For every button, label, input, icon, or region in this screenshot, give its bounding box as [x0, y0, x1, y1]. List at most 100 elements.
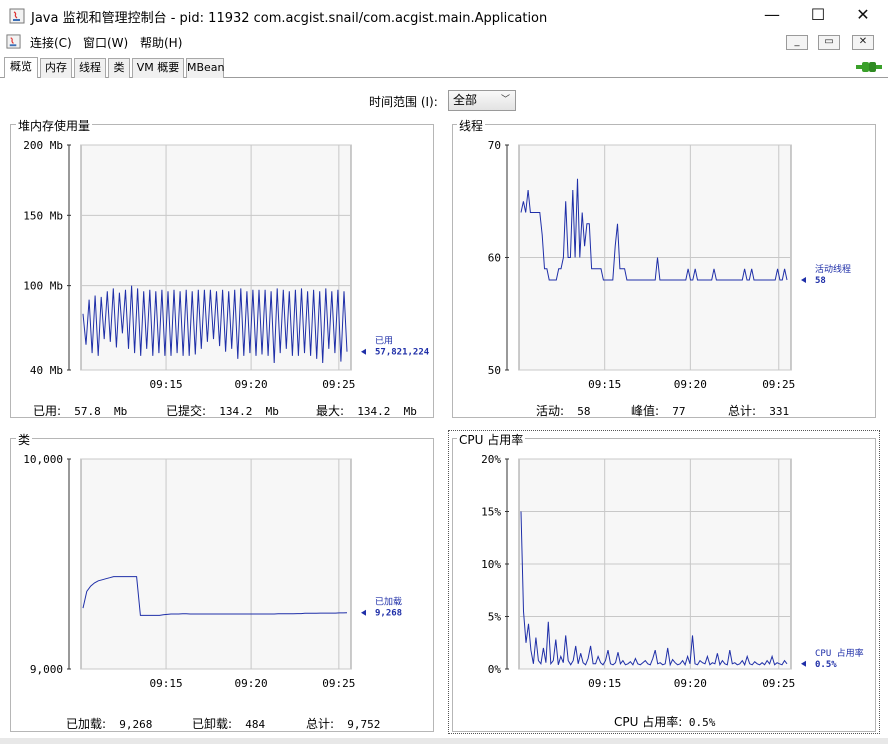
series-last-value: 0.5% — [815, 660, 837, 670]
tab-threads[interactable]: 线程 — [74, 58, 106, 78]
classes-unloaded: 已卸载: 484 — [192, 715, 265, 732]
series-last-value: 9,268 — [375, 609, 402, 619]
cpu-usage-label: CPU 占用率: — [614, 715, 683, 729]
tab-overview[interactable]: 概览 — [4, 57, 38, 78]
y-tick-label: 0% — [488, 663, 502, 676]
title-bar: Java 监视和管理控制台 - pid: 11932 com.acgist.sn… — [0, 0, 888, 32]
x-tick-label: 09:15 — [149, 677, 182, 690]
classes-total-value: 9,752 — [347, 718, 381, 731]
threads-chart: 09:15 09:20 09:25 70 60 50 活动线程58 — [488, 139, 851, 391]
series-name: CPU 占用率 — [815, 647, 864, 659]
heap-max-value: 134.2 Mb — [357, 405, 417, 418]
threads-peak-value: 77 — [672, 405, 686, 418]
window-title: Java 监视和管理控制台 - pid: 11932 com.acgist.sn… — [31, 11, 548, 26]
heap-chart: 09:15 09:20 09:25 200 Mb 150 Mb 100 Mb 40 Mb 已用… — [23, 139, 430, 391]
heap-footer: 已用: 57.8 Mb — [33, 402, 127, 419]
x-tick-label: 09:20 — [674, 677, 707, 690]
heap-committed: 已提交: 134.2 Mb — [166, 402, 279, 419]
threads-peak-label: 峰值: — [631, 404, 660, 418]
tab-memory[interactable]: 内存 — [40, 58, 72, 78]
inner-close-button[interactable]: ✕ — [852, 35, 874, 50]
y-tick-label: 5% — [488, 611, 502, 624]
classes-total: 总计: 9,752 — [306, 715, 380, 732]
heap-committed-value: 134.2 Mb — [219, 405, 279, 418]
minimize-button[interactable]: — — [749, 0, 795, 30]
x-tick-label: 09:20 — [674, 378, 707, 391]
heap-max-label: 最大: — [316, 404, 345, 418]
cpu-usage-value: 0.5% — [688, 716, 716, 729]
x-tick-label: 09:20 — [235, 378, 268, 391]
threads-active-value: 58 — [577, 405, 591, 418]
y-tick-label: 60 — [488, 252, 501, 265]
series-marker — [801, 660, 806, 667]
classes-loaded-value: 9,268 — [119, 718, 153, 731]
y-tick-label: 15% — [481, 506, 501, 519]
heap-used-label: 已用: — [33, 404, 62, 418]
menu-window[interactable]: 窗口(W) — [83, 34, 128, 51]
cpu-chart: 09:15 09:20 09:25 20% 15% 10% 5% 0% CPU 占用率0.5% — [481, 453, 864, 690]
close-button[interactable]: ✕ — [840, 0, 886, 30]
y-tick-label: 100 Mb — [23, 280, 63, 293]
time-range-value: 全部 — [453, 93, 478, 107]
threads-total: 总计: 331 — [728, 402, 789, 419]
plot-area — [80, 144, 352, 371]
inner-minimize-button[interactable]: _ — [786, 35, 808, 50]
x-tick-label: 09:25 — [762, 677, 795, 690]
y-tick-label: 10,000 — [23, 453, 63, 466]
tab-bar: 概览 内存 线程 类 VM 概要 MBean — [0, 56, 888, 78]
time-range-select[interactable]: 全部 ﹀ — [448, 90, 516, 111]
y-tick-label: 70 — [488, 139, 501, 152]
x-tick-label: 09:15 — [588, 677, 621, 690]
plot-area — [80, 458, 352, 670]
threads-total-value: 331 — [769, 405, 790, 418]
series-last-value: 57,821,224 — [375, 348, 430, 358]
y-tick-label: 20% — [481, 453, 501, 466]
classes-unloaded-label: 已卸载: — [192, 717, 233, 731]
threads-footer: 活动: 58 — [536, 402, 591, 419]
window-icon[interactable] — [6, 34, 21, 49]
x-tick-label: 09:25 — [762, 378, 795, 391]
heap-max: 最大: 134.2 Mb — [316, 402, 417, 419]
series-marker — [801, 277, 806, 283]
series-marker — [361, 348, 366, 355]
x-tick-label: 09:20 — [235, 677, 268, 690]
menu-help[interactable]: 帮助(H) — [140, 34, 182, 51]
series-name: 活动线程 — [815, 263, 851, 275]
java-app-icon — [9, 8, 25, 24]
tab-vm-summary[interactable]: VM 概要 — [132, 58, 184, 78]
heap-committed-label: 已提交: — [166, 404, 207, 418]
threads-active-label: 活动: — [536, 404, 565, 418]
connection-status-icon — [856, 62, 882, 72]
chevron-down-icon: ﹀ — [500, 95, 510, 105]
heap-used-value: 57.8 Mb — [74, 405, 128, 418]
y-tick-label: 9,000 — [30, 663, 63, 676]
threads-peak: 峰值: 77 — [631, 402, 686, 419]
y-tick-label: 200 Mb — [23, 139, 63, 152]
series-marker — [361, 609, 366, 616]
time-range-label: 时间范围 (I): — [369, 95, 438, 109]
y-tick-label: 40 Mb — [30, 364, 63, 377]
series-name: 已加载 — [375, 596, 402, 608]
classes-footer: 已加载: 9,268 — [66, 715, 152, 732]
menu-connection[interactable]: 连接(C) — [30, 34, 72, 51]
y-tick-label: 50 — [488, 364, 501, 377]
series-last-value: 58 — [815, 276, 826, 286]
x-tick-label: 09:25 — [322, 378, 355, 391]
bottom-edge — [0, 738, 888, 744]
x-tick-label: 09:15 — [588, 378, 621, 391]
menu-bar: 连接(C) 窗口(W) 帮助(H) _ ▭ ✕ — [0, 32, 888, 52]
series-name: 已用 — [375, 336, 393, 347]
cpu-footer: CPU 占用率: 0.5% — [614, 713, 715, 730]
classes-loaded-label: 已加载: — [66, 717, 107, 731]
inner-restore-button[interactable]: ▭ — [818, 35, 840, 50]
maximize-button[interactable]: ☐ — [795, 0, 841, 30]
y-tick-label: 10% — [481, 558, 501, 571]
x-tick-label: 09:25 — [322, 677, 355, 690]
x-tick-label: 09:15 — [149, 378, 182, 391]
tab-classes[interactable]: 类 — [108, 58, 130, 78]
tab-mbean[interactable]: MBean — [186, 58, 225, 78]
threads-total-label: 总计: — [728, 404, 757, 418]
classes-total-label: 总计: — [306, 717, 335, 731]
classes-unloaded-value: 484 — [245, 718, 266, 731]
y-tick-label: 150 Mb — [23, 209, 63, 222]
